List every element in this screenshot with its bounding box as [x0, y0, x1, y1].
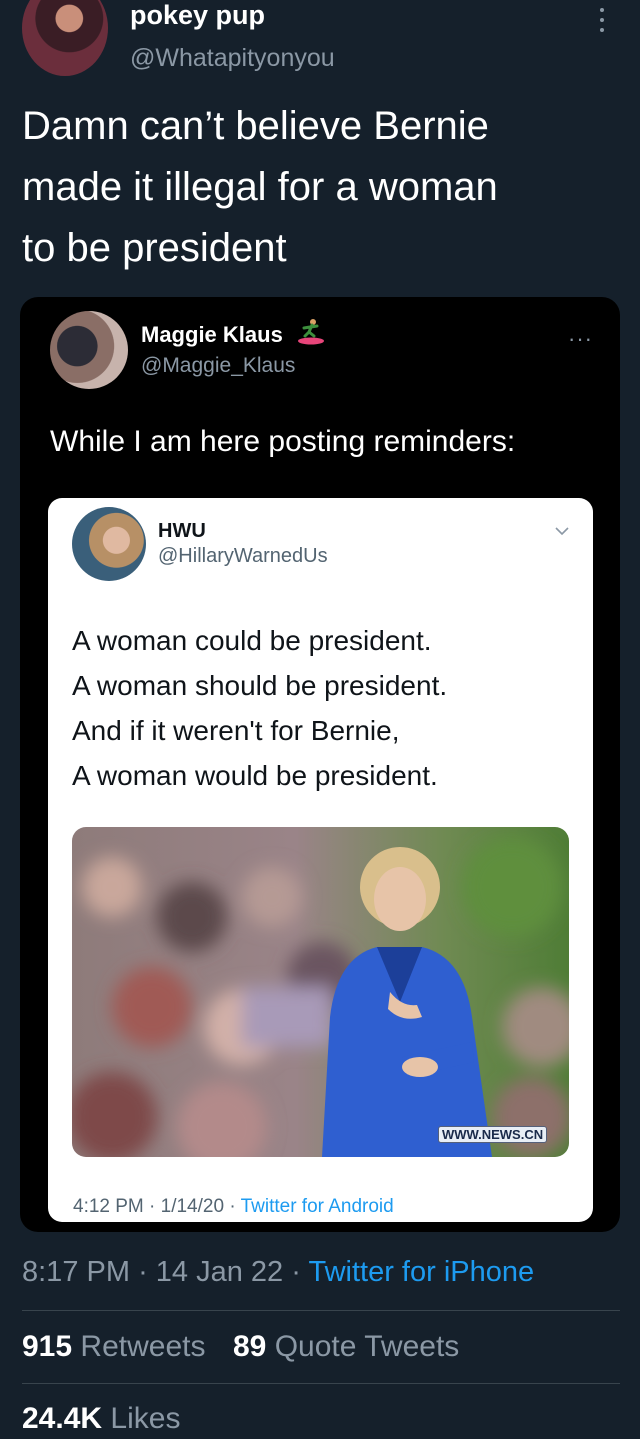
- author-name[interactable]: pokey pup: [130, 0, 265, 31]
- surfer-emoji-icon: [298, 319, 324, 345]
- quoted-tweet-text: While I am here posting reminders:: [50, 425, 516, 458]
- tweet-text-line: Damn can’t believe Bernie: [22, 104, 489, 148]
- embedded-client: Twitter for Android: [240, 1196, 394, 1217]
- vertical-dots-icon[interactable]: [600, 8, 604, 32]
- embedded-author-avatar: [72, 507, 146, 581]
- quotes-count: 89: [233, 1330, 267, 1363]
- embedded-meta-text: 4:12 PM · 1/14/20 ·: [73, 1196, 241, 1217]
- retweets-label: Retweets: [80, 1330, 206, 1363]
- tweet-text-line: to be president: [22, 226, 287, 270]
- quotes-label: Quote Tweets: [274, 1330, 460, 1363]
- embedded-text-line: And if it weren't for Bernie,: [72, 715, 400, 746]
- retweets-count: 915: [22, 1330, 73, 1363]
- quoted-author-avatar[interactable]: [50, 311, 128, 389]
- tweet-text: Damn can’t believe Bernie made it illega…: [22, 96, 622, 279]
- likes-count: 24.4K: [22, 1402, 103, 1435]
- meta-separator: ·: [291, 1256, 301, 1288]
- chevron-down-icon: [555, 527, 569, 536]
- quoted-author-name[interactable]: Maggie Klaus: [141, 322, 283, 348]
- more-options-icon[interactable]: ···: [568, 326, 593, 352]
- author-handle[interactable]: @Whatapityonyou: [130, 44, 335, 73]
- quoted-author-handle[interactable]: @Maggie_Klaus: [141, 354, 295, 378]
- tweet-time[interactable]: 8:17 PM: [22, 1256, 130, 1288]
- embedded-tweet-text: A woman could be president. A woman shou…: [72, 618, 447, 798]
- embedded-timestamp: 4:12 PM · 1/14/20 · Twitter for Android: [73, 1196, 394, 1218]
- author-avatar[interactable]: [22, 0, 108, 76]
- divider: [22, 1383, 620, 1384]
- photo-watermark: WWW.NEWS.CN: [438, 1126, 548, 1143]
- embedded-author-handle: @HillaryWarnedUs: [158, 545, 328, 567]
- tweet-timestamp: 8:17 PM · 14 Jan 22 · Twitter for iPhone: [22, 1256, 534, 1289]
- embedded-photo: [72, 827, 569, 1157]
- embedded-text-line: A woman should be president.: [72, 670, 448, 701]
- embedded-text-line: A woman could be president.: [72, 625, 432, 656]
- likes-label: Likes: [110, 1402, 181, 1435]
- embedded-text-line: A woman would be president.: [72, 760, 438, 791]
- quote-tweets-stat[interactable]: 89 Quote Tweets: [233, 1330, 459, 1364]
- likes-stat[interactable]: 24.4K Likes: [22, 1402, 180, 1436]
- meta-separator: ·: [138, 1256, 148, 1288]
- divider: [22, 1310, 620, 1311]
- tweet-date[interactable]: 14 Jan 22: [156, 1256, 283, 1288]
- embedded-author-name: HWU: [158, 520, 206, 542]
- tweet-text-line: made it illegal for a woman: [22, 165, 498, 209]
- retweets-stat[interactable]: 915 Retweets: [22, 1330, 205, 1364]
- tweet-client-link[interactable]: Twitter for iPhone: [308, 1256, 534, 1288]
